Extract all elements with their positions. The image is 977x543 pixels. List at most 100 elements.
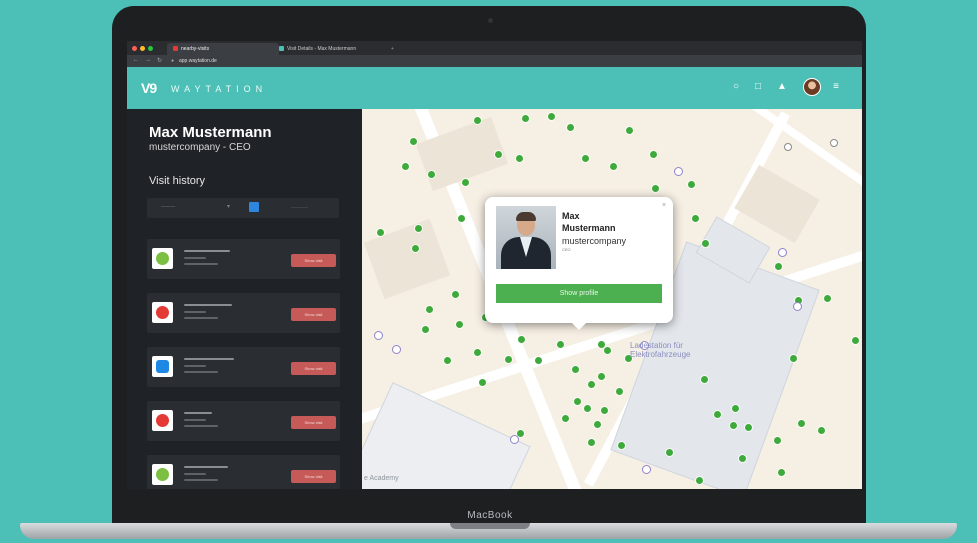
visitor-pin[interactable] [402,163,409,170]
place-pin[interactable] [784,143,792,151]
visitor-pin[interactable] [701,376,708,383]
visitor-pin[interactable] [588,439,595,446]
visitor-pin[interactable] [775,263,782,270]
visitor-pin[interactable] [652,185,659,192]
visitor-pin[interactable] [584,405,591,412]
reload-icon[interactable]: ↻ [157,57,162,64]
show-visit-button[interactable]: Show visit [291,416,336,429]
visitor-pin[interactable] [522,115,529,122]
visitor-pin[interactable] [688,181,695,188]
close-icon[interactable]: × [662,202,666,209]
visitor-pin[interactable] [562,415,569,422]
visit-card[interactable]: Show visit [147,401,340,441]
place-pin[interactable] [830,139,838,147]
poi-pin[interactable] [793,302,802,311]
visitor-pin[interactable] [610,163,617,170]
avatar[interactable] [803,78,821,96]
visitor-pin[interactable] [422,326,429,333]
visitor-pin[interactable] [714,411,721,418]
visitor-pin[interactable] [535,357,542,364]
help-icon[interactable]: ○ [730,81,742,93]
forward-icon[interactable]: → [145,57,151,63]
browser-tab-2[interactable]: Visit Details - Max Mustermann [273,43,395,55]
visitor-pin[interactable] [572,366,579,373]
visit-card[interactable]: Show visit [147,347,340,387]
visitor-pin[interactable] [474,117,481,124]
visitor-pin[interactable] [495,151,502,158]
visitor-pin[interactable] [557,341,564,348]
new-tab-icon[interactable]: + [385,43,400,55]
visitor-pin[interactable] [604,347,611,354]
visitor-pin[interactable] [456,321,463,328]
show-visit-button[interactable]: Show visit [291,362,336,375]
visitor-pin[interactable] [696,477,703,484]
visitor-pin[interactable] [412,245,419,252]
poi-pin[interactable] [510,435,519,444]
filter-button[interactable] [249,202,259,212]
visitor-pin[interactable] [444,357,451,364]
show-profile-button[interactable]: Show profile [496,284,662,303]
visitor-pin[interactable] [732,405,739,412]
visitor-pin[interactable] [692,215,699,222]
visitor-pin[interactable] [426,306,433,313]
visitor-pin[interactable] [377,229,384,236]
visitor-pin[interactable] [598,341,605,348]
date-dropdown[interactable]: ──── [161,204,175,210]
close-window-icon[interactable] [132,46,137,51]
visitor-pin[interactable] [567,124,574,131]
maximize-window-icon[interactable] [148,46,153,51]
visitor-pin[interactable] [745,424,752,431]
filter-options[interactable]: ────── [291,205,308,210]
back-icon[interactable]: ← [133,57,139,63]
visitor-pin[interactable] [410,138,417,145]
show-visit-button[interactable]: Show visit [291,308,336,321]
visitor-pin[interactable] [479,379,486,386]
visitor-pin[interactable] [505,356,512,363]
visitor-pin[interactable] [852,337,859,344]
visit-card[interactable]: Show visit [147,239,340,279]
poi-pin[interactable] [674,167,683,176]
url-field[interactable]: app.waytation.de [179,57,217,65]
visit-card[interactable]: Show visit [147,293,340,333]
visitor-pin[interactable] [458,215,465,222]
visitor-pin[interactable] [428,171,435,178]
visitor-pin[interactable] [518,336,525,343]
visitor-pin[interactable] [650,151,657,158]
visitor-pin[interactable] [415,225,422,232]
visitor-pin[interactable] [778,469,785,476]
visitor-pin[interactable] [474,349,481,356]
visitor-pin[interactable] [730,422,737,429]
menu-icon[interactable]: ≡ [830,81,842,93]
visitor-pin[interactable] [548,113,555,120]
calendar-icon[interactable]: ▾ [227,203,230,210]
visitor-pin[interactable] [798,420,805,427]
visitor-pin[interactable] [739,455,746,462]
poi-pin[interactable] [392,345,401,354]
browser-tab-1[interactable]: nearby-visits [167,43,279,55]
visitor-pin[interactable] [516,155,523,162]
visitor-pin[interactable] [598,373,605,380]
visitor-pin[interactable] [616,388,623,395]
visitor-pin[interactable] [594,421,601,428]
visitor-pin[interactable] [574,398,581,405]
visitor-pin[interactable] [702,240,709,247]
visitor-pin[interactable] [582,155,589,162]
poi-pin[interactable] [778,248,787,257]
lock-icon[interactable]: □ [752,81,764,93]
poi-pin[interactable] [642,465,651,474]
visitor-pin[interactable] [824,295,831,302]
minimize-window-icon[interactable] [140,46,145,51]
visitor-pin[interactable] [774,437,781,444]
visitor-pin[interactable] [462,179,469,186]
show-visit-button[interactable]: Show visit [291,254,336,267]
visitor-pin[interactable] [618,442,625,449]
visitor-pin[interactable] [790,355,797,362]
visitor-pin[interactable] [666,449,673,456]
visitor-pin[interactable] [588,381,595,388]
visitor-pin[interactable] [452,291,459,298]
visitor-pin[interactable] [818,427,825,434]
bell-icon[interactable]: ▲ [776,81,788,93]
poi-pin[interactable] [374,331,383,340]
visitor-pin[interactable] [601,407,608,414]
visitor-pin[interactable] [626,127,633,134]
